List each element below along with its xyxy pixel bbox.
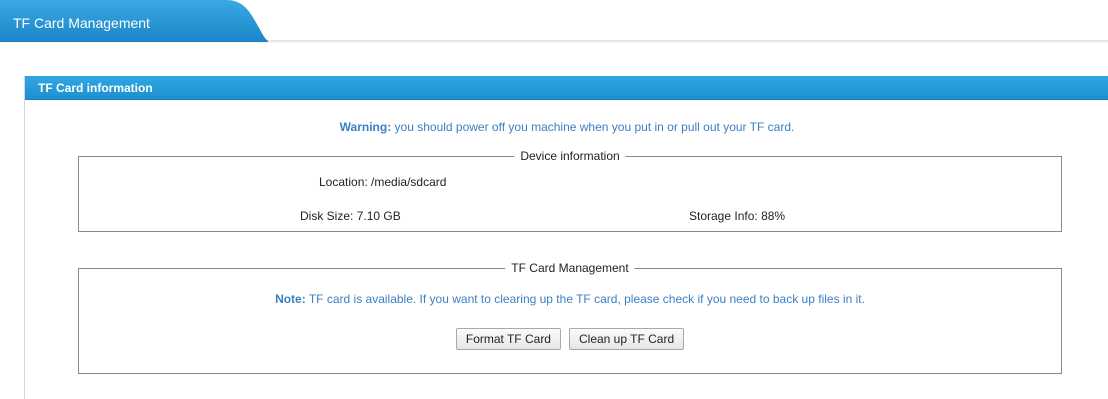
clean-up-tf-card-button[interactable]: Clean up TF Card <box>568 328 685 350</box>
device-information-fieldset: Device information Location: /media/sdca… <box>78 149 1062 232</box>
tab-tf-card-management[interactable]: TF Card Management <box>0 0 268 44</box>
panel-header: TF Card information <box>25 76 1108 100</box>
disk-size-value: 7.10 GB <box>356 209 401 223</box>
note-text: TF card is available. If you want to cle… <box>305 292 865 306</box>
device-information-legend: Device information <box>514 149 626 163</box>
tf-card-management-fieldset: TF Card Management Note: TF card is avai… <box>78 261 1062 374</box>
note-message: Note: TF card is available. If you want … <box>79 292 1061 306</box>
warning-message: Warning: you should power off you machin… <box>25 120 1108 134</box>
storage-info-value: 88% <box>761 209 786 223</box>
tf-card-management-legend: TF Card Management <box>505 261 635 275</box>
location-label: Location: <box>319 175 368 189</box>
tf-card-information-panel: TF Card information Warning: you should … <box>24 76 1108 399</box>
format-tf-card-button[interactable]: Format TF Card <box>455 328 561 350</box>
warning-text: you should power off you machine when yo… <box>391 120 795 134</box>
location-value: /media/sdcard <box>371 175 447 189</box>
note-label: Note: <box>275 292 306 306</box>
page: TF Card Management TF Card information W… <box>0 0 1108 399</box>
panel-title: TF Card information <box>38 81 153 95</box>
button-row: Format TF Card Clean up TF Card <box>79 328 1061 350</box>
disk-size-label: Disk Size: <box>300 209 354 223</box>
disk-size-row: Disk Size: 7.10 GB <box>300 209 401 223</box>
storage-info-label: Storage Info: <box>689 209 758 223</box>
location-row: Location: /media/sdcard <box>319 175 446 189</box>
storage-info-row: Storage Info: 88% <box>689 209 785 223</box>
tab-label: TF Card Management <box>13 15 150 31</box>
warning-label: Warning: <box>339 120 392 134</box>
top-tab-bar: TF Card Management <box>0 0 1108 44</box>
